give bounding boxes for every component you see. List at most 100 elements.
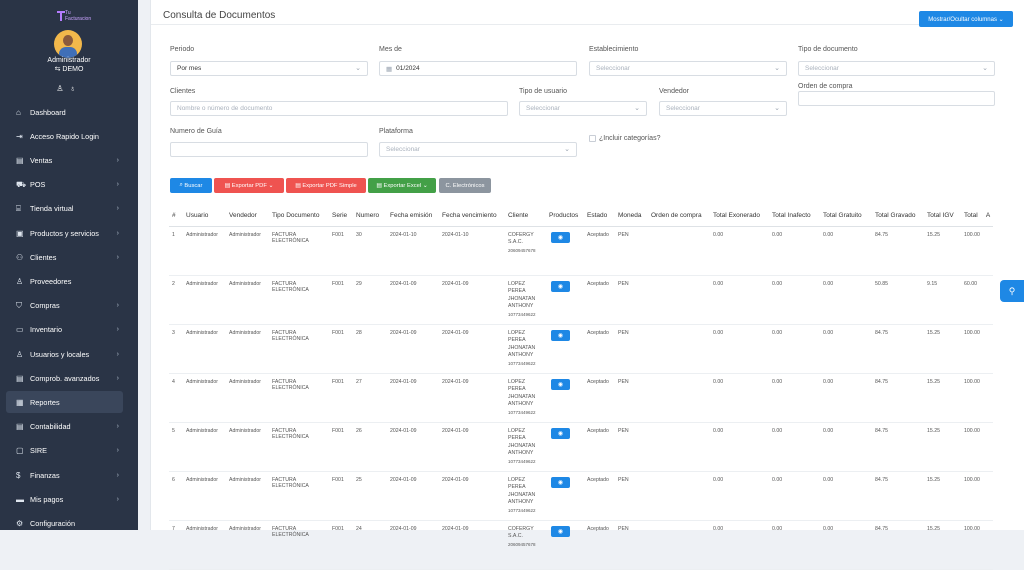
cell-usuario: Administrador [183, 520, 226, 570]
client-doc: 10773449622 [508, 507, 536, 513]
floating-help-button[interactable]: ⚲ [1000, 280, 1024, 302]
column-header[interactable]: Numero [353, 206, 387, 227]
cell-n: 5 [169, 422, 183, 472]
column-header[interactable]: A [982, 206, 994, 227]
column-header[interactable]: Fecha vencimiento [439, 206, 505, 227]
bag-icon: ⛉ [16, 300, 22, 310]
sidebar-item-acceso-rapido-login[interactable]: ⇥ Acceso Rapido Login [6, 125, 123, 147]
electronicos-button[interactable]: C. Electrónicos [439, 178, 491, 193]
chevron-down-icon: ⌄ [982, 65, 988, 72]
cell-serie: F001 [329, 275, 353, 325]
clientes-input[interactable]: Nombre o número de documento [170, 101, 508, 116]
cell-numero: 30 [353, 226, 387, 276]
exportar-pdf-simple-button[interactable]: ▤ Exportar PDF Simple [286, 178, 366, 193]
store-icon: ⌸ [16, 203, 21, 213]
toggle-columns-button[interactable]: Mostrar/Ocultar columnas ⌄ [919, 11, 1013, 27]
sidebar-item-label: Dashboard [30, 107, 66, 117]
column-header[interactable]: Vendedor [226, 206, 269, 227]
column-header[interactable]: Total Inafecto [769, 206, 820, 227]
plataforma-select[interactable]: Seleccionar ⌄ [379, 142, 577, 157]
column-header[interactable]: # [169, 206, 183, 227]
cell-tipo: FACTURA ELECTRÓNICA [269, 520, 329, 570]
eye-icon: ◉ [557, 283, 564, 290]
tipo-usuario-select[interactable]: Seleccionar ⌄ [519, 101, 647, 116]
sidebar-item-label: Contabilidad [30, 422, 71, 432]
column-header[interactable]: Moneda [615, 206, 648, 227]
cell-venc: 2024-01-09 [439, 275, 505, 325]
chevron-right-icon: › [116, 374, 119, 382]
sidebar-item-contabilidad[interactable]: ▤ Contabilidad › [6, 416, 123, 438]
orden-compra-input[interactable] [798, 91, 995, 106]
divider [151, 24, 1013, 25]
column-header[interactable]: Tipo Documento [269, 206, 329, 227]
column-header[interactable]: Serie [329, 206, 353, 227]
sidebar-item-label: Acceso Rapido Login [30, 131, 99, 141]
sidebar-item-pos[interactable]: ⛟ POS › [6, 174, 123, 196]
numero-guia-input[interactable] [170, 142, 368, 157]
tipo-documento-select[interactable]: Seleccionar ⌄ [798, 61, 995, 76]
sidebar-item-productos-y-servicios[interactable]: ▣ Productos y servicios › [6, 222, 123, 244]
view-products-button[interactable]: ◉ [551, 280, 570, 292]
table-row: 1 Administrador Administrador FACTURA ELECT… [169, 226, 994, 276]
client-name: LOPEZ PEREA JHONATAN ANTHONY [508, 280, 536, 310]
cell-inaf: 0.00 [769, 226, 820, 276]
column-header[interactable]: Total Exonerado [710, 206, 769, 227]
column-header[interactable]: Total IGV [924, 206, 961, 227]
sidebar-item-inventario[interactable]: ▭ Inventario › [6, 319, 123, 341]
vendedor-select[interactable]: Seleccionar ⌄ [659, 101, 787, 116]
view-products-button[interactable]: ◉ [551, 329, 570, 341]
sidebar-item-comprob-avanzados[interactable]: ▤ Comprob. avanzados › [6, 367, 123, 389]
cell-total: 100.00 [961, 520, 983, 570]
column-header[interactable]: Estado [584, 206, 615, 227]
sidebar-item-finanzas[interactable]: $ Finanzas › [6, 464, 123, 486]
column-header[interactable]: Usuario [183, 206, 226, 227]
avatar[interactable] [54, 30, 82, 58]
sidebar-item-dashboard[interactable]: ⌂ Dashboard [6, 101, 123, 123]
ledger-icon: ▤ [16, 422, 24, 432]
sidebar-item-label: Mis pagos [30, 494, 64, 504]
user-icon: ♙ [16, 276, 24, 286]
cell-extra [982, 520, 994, 570]
view-products-button[interactable]: ◉ [551, 476, 570, 488]
client-cell: LOPEZ PEREA JHONATAN ANTHONY 10773449622 [505, 275, 546, 325]
sidebar-item-reportes[interactable]: ▦ Reportes [6, 391, 123, 414]
client-cell: LOPEZ PEREA JHONATAN ANTHONY 10773449622 [505, 373, 546, 423]
sidebar-item-mis-pagos[interactable]: ▬ Mis pagos › [6, 488, 123, 510]
column-header[interactable]: Cliente [505, 206, 546, 227]
view-products-button[interactable]: ◉ [551, 378, 570, 390]
brand-logo[interactable]: Tu Facturacion [56, 9, 91, 25]
sidebar-item-proveedores[interactable]: ♙ Proveedores [6, 270, 123, 292]
sidebar-item-tienda-virtual[interactable]: ⌸ Tienda virtual › [6, 198, 123, 220]
periodo-select[interactable]: Por mes ⌄ [170, 61, 368, 76]
sidebar-item-ventas[interactable]: ▤ Ventas › [6, 149, 123, 171]
column-header[interactable]: Productos [546, 206, 584, 227]
column-header[interactable]: Total Gratuito [820, 206, 872, 227]
sidebar-item-configuraci-n[interactable]: ⚙ Configuración [6, 512, 123, 530]
column-header[interactable]: Orden de compra [648, 206, 710, 227]
bell-icon[interactable]: ♙ [56, 84, 69, 93]
buscar-button[interactable]: ⌕ Buscar [170, 178, 212, 193]
lightbulb-icon[interactable]: ♁ [70, 84, 82, 93]
view-products-button[interactable]: ◉ [551, 427, 570, 439]
exportar-excel-button[interactable]: ▤ Exportar Excel ⌄ [368, 178, 436, 193]
cell-serie: F001 [329, 422, 353, 472]
column-header[interactable]: Fecha emisión [387, 206, 439, 227]
cell-numero: 28 [353, 324, 387, 374]
eye-icon: ◉ [557, 332, 564, 339]
sidebar-item-sire[interactable]: ▢ SIRE › [6, 440, 123, 462]
establecimiento-select[interactable]: Seleccionar ⌄ [589, 61, 787, 76]
incluir-categorias-checkbox[interactable] [589, 135, 596, 142]
mes-datepicker[interactable]: ▦ 01/2024 [379, 61, 577, 76]
cell-tipo: FACTURA ELECTRÓNICA [269, 226, 329, 276]
column-header[interactable]: Total [961, 206, 983, 227]
column-header[interactable]: Total Gravado [872, 206, 924, 227]
sire-icon: ▢ [16, 446, 24, 456]
sidebar-item-usuarios-y-locales[interactable]: ♙ Usuarios y locales › [6, 343, 123, 365]
view-products-button[interactable]: ◉ [551, 525, 570, 537]
view-products-button[interactable]: ◉ [551, 231, 570, 243]
eye-icon: ◉ [557, 528, 564, 535]
products-cell: ◉ [546, 226, 584, 276]
sidebar-item-clientes[interactable]: ⚇ Clientes › [6, 246, 123, 268]
sidebar-item-compras[interactable]: ⛉ Compras › [6, 295, 123, 317]
exportar-pdf-button[interactable]: ▤ Exportar PDF ⌄ [214, 178, 284, 193]
